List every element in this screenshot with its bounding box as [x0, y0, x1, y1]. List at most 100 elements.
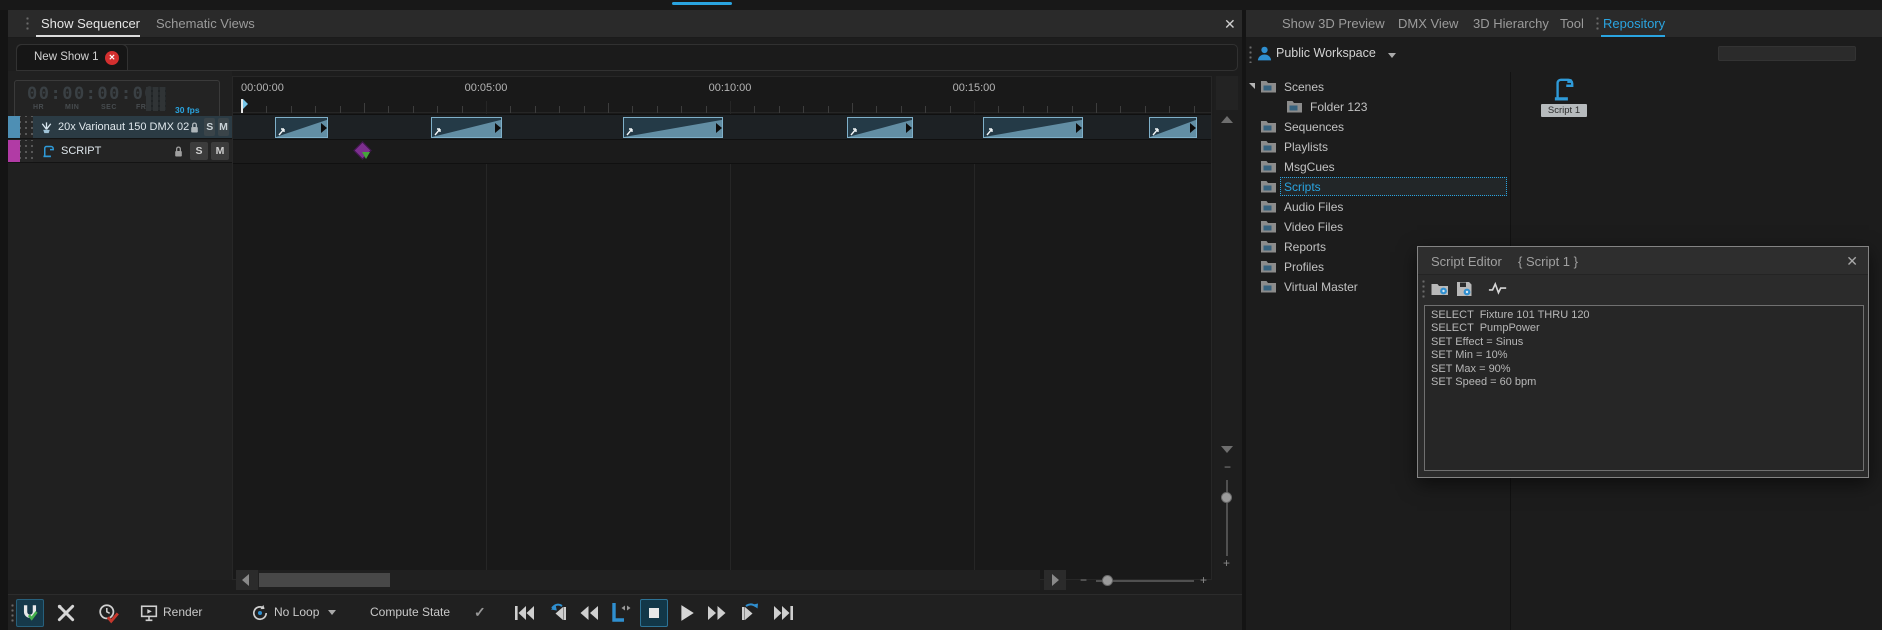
- render-icon[interactable]: [140, 604, 158, 622]
- close-panel-button[interactable]: ✕: [1224, 16, 1236, 32]
- skip-to-end-button[interactable]: [772, 605, 794, 621]
- timeline-ruler[interactable]: 00:00:00 00:05:00 00:10:00 00:15:00: [233, 77, 1212, 113]
- sidebar-item-audio-files[interactable]: Audio Files: [1246, 197, 1510, 216]
- show-tab[interactable]: New Show 1 ✕: [16, 44, 128, 71]
- validate-script-icon[interactable]: [1488, 279, 1508, 299]
- timeline-vertical-scrollbar[interactable]: − +: [1214, 76, 1240, 580]
- play-button[interactable]: [678, 604, 696, 622]
- clip-end-handle[interactable]: [1076, 123, 1082, 133]
- chevron-down-icon[interactable]: [328, 610, 336, 615]
- clip-end-handle[interactable]: [906, 123, 912, 133]
- playhead-flag-icon: [243, 99, 248, 109]
- toolbar-drag-handle[interactable]: [10, 603, 15, 623]
- folder-icon: [1260, 79, 1277, 98]
- script-code-editor[interactable]: SELECT Fixture 101 THRU 120 SELECT PumpP…: [1424, 305, 1864, 471]
- tab-show-sequencer[interactable]: Show Sequencer: [41, 10, 140, 38]
- timeline-area[interactable]: 00:00:00 00:05:00 00:10:00 00:15:00: [232, 76, 1212, 580]
- scroll-left-button[interactable]: [236, 570, 258, 590]
- show-tab-close-icon[interactable]: ✕: [105, 51, 119, 65]
- ruler-tick: [535, 106, 536, 113]
- clip-end-handle[interactable]: [321, 123, 327, 133]
- script-editor-titlebar[interactable]: Script Editor { Script 1 } ✕: [1418, 247, 1868, 275]
- compute-state-button[interactable]: Compute State: [370, 605, 450, 619]
- script-editor-window[interactable]: Script Editor { Script 1 } ✕ SELECT Fixt: [1417, 246, 1869, 478]
- expander-icon[interactable]: [1249, 83, 1255, 89]
- ruler-tick: [462, 106, 463, 113]
- timeline-zoom-out-button[interactable]: −: [1080, 573, 1087, 587]
- fade-in-icon: [278, 127, 286, 136]
- code-line: SELECT PumpPower: [1431, 322, 1857, 335]
- timeline-zoom-slider-thumb[interactable]: [1102, 575, 1113, 586]
- loop-range-marker-button[interactable]: [610, 601, 634, 623]
- lock-icon[interactable]: [170, 145, 186, 158]
- save-script-button[interactable]: [1454, 279, 1474, 299]
- level-meter: [146, 87, 166, 111]
- script-editor-close-button[interactable]: ✕: [1846, 253, 1858, 270]
- horizontal-scrollbar-thumb[interactable]: [259, 573, 390, 587]
- solo-button[interactable]: S: [204, 118, 215, 136]
- track-row[interactable]: SCRIPT S M: [8, 140, 232, 163]
- timeline-clip[interactable]: [1149, 117, 1197, 138]
- sidebar-item-sequences[interactable]: Sequences: [1246, 117, 1510, 136]
- clip-end-handle[interactable]: [716, 123, 722, 133]
- sidebar-item-scenes[interactable]: Scenes: [1246, 77, 1510, 96]
- clip-end-handle[interactable]: [495, 123, 501, 133]
- track-lane-script[interactable]: [233, 140, 1212, 164]
- track-row[interactable]: 20x Varionaut 150 DMX 02 S M: [8, 116, 232, 139]
- vertical-zoom-in-button[interactable]: +: [1223, 556, 1230, 570]
- toolbar-drag-handle[interactable]: [1421, 279, 1426, 299]
- render-button[interactable]: Render: [163, 605, 202, 619]
- sidebar-item-scripts[interactable]: Scripts: [1246, 177, 1510, 196]
- scroll-right-button[interactable]: [1044, 570, 1066, 590]
- vertical-zoom-out-button[interactable]: −: [1224, 460, 1231, 474]
- tab-dmx-view[interactable]: DMX View: [1398, 10, 1458, 38]
- track-lane-fixtures[interactable]: [233, 114, 1212, 140]
- track-drag-handle[interactable]: [20, 116, 33, 138]
- tab-3d-hierarchy[interactable]: 3D Hierarchy: [1473, 10, 1549, 38]
- workspace-drag-handle[interactable]: [1248, 45, 1253, 63]
- scroll-down-icon[interactable]: [1221, 446, 1233, 453]
- stop-button[interactable]: [640, 599, 668, 627]
- tab-tool[interactable]: Tool: [1560, 10, 1584, 38]
- tools-icon[interactable]: [56, 603, 76, 623]
- timeline-zoom-in-button[interactable]: +: [1200, 573, 1207, 587]
- rewind-button[interactable]: [578, 605, 600, 621]
- sidebar-item-playlists[interactable]: Playlists: [1246, 137, 1510, 156]
- sidebar-item-video-files[interactable]: Video Files: [1246, 217, 1510, 236]
- panel-drag-handle[interactable]: [25, 16, 30, 32]
- solo-button[interactable]: S: [190, 142, 208, 160]
- sidebar-item-folder-123[interactable]: Folder 123: [1246, 97, 1510, 116]
- timeline-clip[interactable]: [275, 117, 328, 138]
- sidebar-item-msgcues[interactable]: MsgCues: [1246, 157, 1510, 176]
- workspace-filter-input[interactable]: [1718, 46, 1856, 61]
- previous-cue-button[interactable]: [548, 601, 570, 621]
- timeline-clip[interactable]: [983, 117, 1083, 138]
- open-script-button[interactable]: [1430, 279, 1450, 299]
- next-cue-button[interactable]: [738, 601, 760, 621]
- loop-mode-icon[interactable]: [251, 604, 269, 622]
- script-file-label[interactable]: Script 1: [1541, 104, 1587, 117]
- loop-mode-button[interactable]: No Loop: [274, 605, 319, 619]
- scroll-up-icon[interactable]: [1221, 116, 1233, 123]
- track-drag-handle[interactable]: [20, 140, 33, 162]
- vertical-zoom-slider-thumb[interactable]: [1221, 492, 1232, 503]
- timeline-clip[interactable]: [623, 117, 723, 138]
- timeline-clip[interactable]: [847, 117, 913, 138]
- code-line: SET Max = 90%: [1431, 363, 1857, 376]
- tab-drag-handle[interactable]: [1595, 16, 1600, 32]
- timeline-clip[interactable]: [431, 117, 502, 138]
- snap-toggle-button[interactable]: [16, 599, 44, 627]
- clock-check-icon[interactable]: [98, 603, 120, 625]
- tab-show-3d-preview[interactable]: Show 3D Preview: [1282, 10, 1385, 38]
- clip-end-handle[interactable]: [1190, 123, 1196, 133]
- fast-forward-button[interactable]: [706, 605, 728, 621]
- script-file-icon[interactable]: [1550, 76, 1576, 102]
- mute-button[interactable]: M: [218, 118, 229, 136]
- grid-line: [730, 101, 731, 579]
- ruler-tick: [1072, 106, 1073, 113]
- tab-repository[interactable]: Repository: [1603, 10, 1665, 38]
- mute-button[interactable]: M: [211, 142, 229, 160]
- tab-schematic-views[interactable]: Schematic Views: [156, 10, 255, 38]
- skip-to-start-button[interactable]: [514, 605, 536, 621]
- lock-icon[interactable]: [189, 121, 200, 134]
